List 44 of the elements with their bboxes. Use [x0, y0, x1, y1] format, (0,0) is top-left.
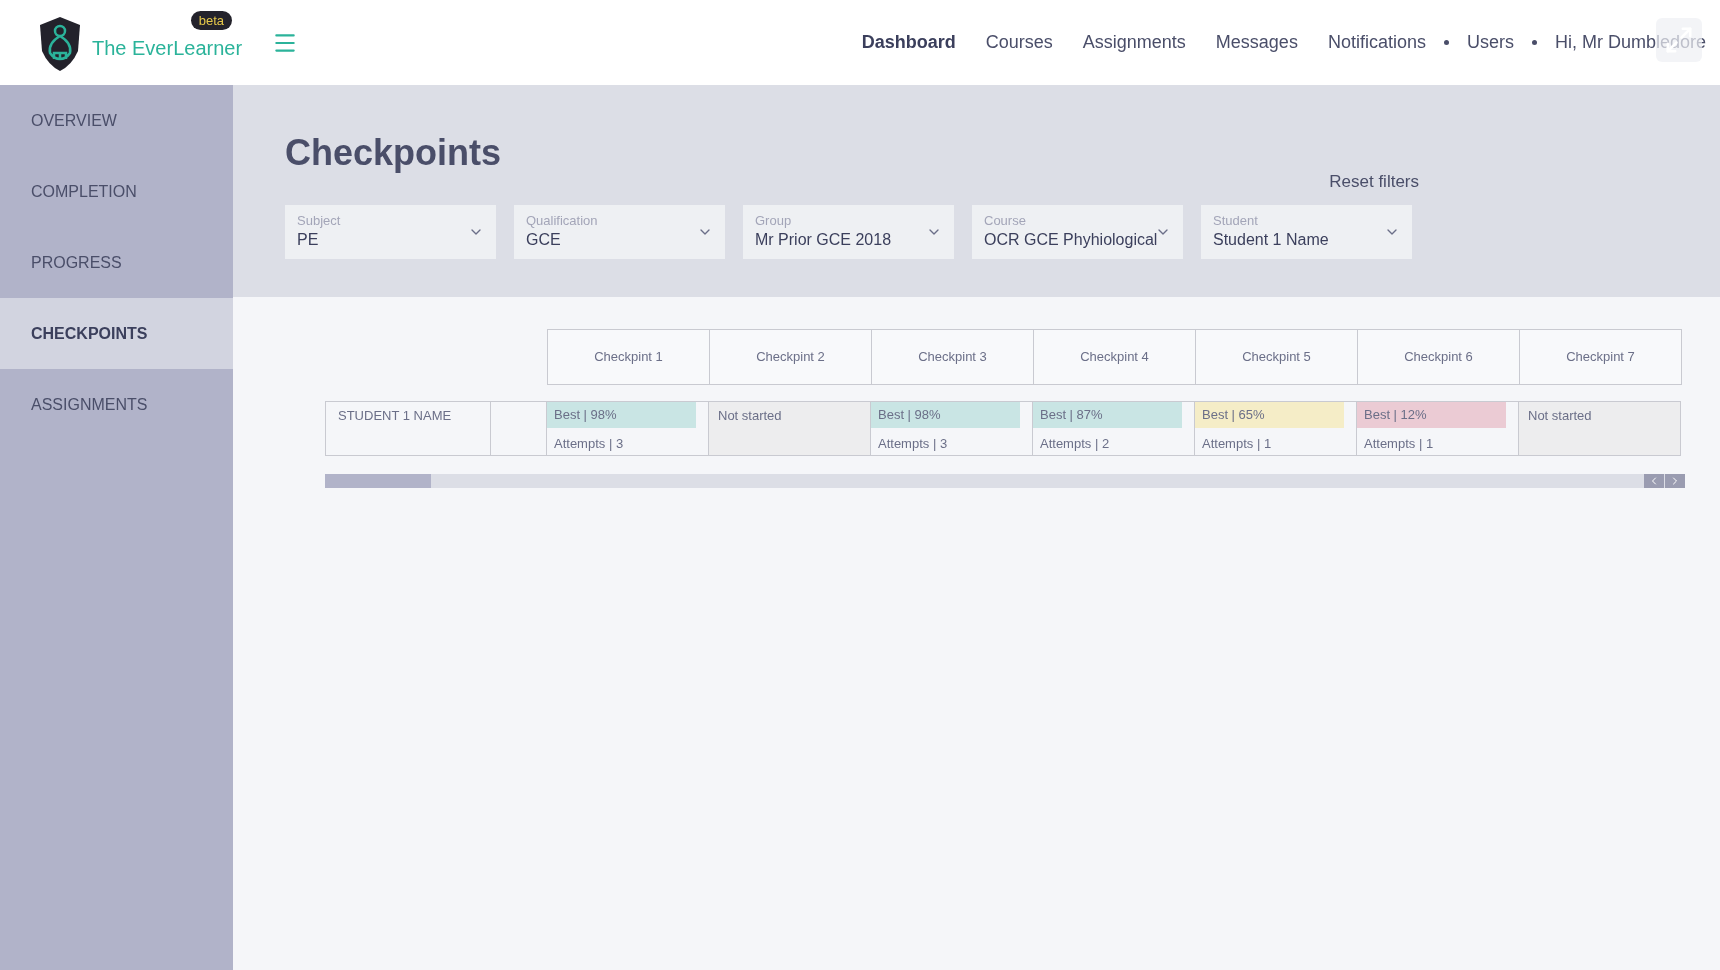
nav-link[interactable]: Users — [1466, 29, 1514, 56]
nav-link[interactable]: Assignments — [1082, 29, 1186, 56]
scrollbar-thumb[interactable] — [325, 474, 431, 488]
brand-name: The EverLearner — [92, 35, 243, 61]
sidebar-item[interactable]: OVERVIEW — [0, 85, 233, 156]
best-score: Best | 98% — [871, 402, 1020, 428]
best-score: Best | 12% — [1357, 402, 1506, 428]
nav-link[interactable]: Courses — [985, 29, 1053, 56]
sidebar-item[interactable]: COMPLETION — [0, 156, 233, 227]
best-score: Best | 65% — [1195, 402, 1344, 428]
column-header: Checkpint 3 — [871, 329, 1034, 385]
sidebar-item[interactable]: CHECKPOINTS — [0, 298, 233, 369]
column-header: Checkpint 5 — [1195, 329, 1358, 385]
best-score: Best | 87% — [1033, 402, 1182, 428]
attempts-count: Attempts | 1 — [1201, 435, 1273, 453]
attempts-count: Attempts | 3 — [877, 435, 949, 453]
nav-link[interactable]: Dashboard — [861, 29, 956, 56]
not-started-cell: Not started — [1518, 401, 1681, 456]
not-started-cell: Not started — [708, 401, 871, 456]
reset-filters-link[interactable]: Reset filters — [1329, 169, 1419, 195]
page-title: Checkpoints — [285, 135, 503, 171]
nav-link[interactable]: Hi, Mr Dumbledore — [1554, 29, 1706, 56]
filter-dropdown[interactable]: Student Student 1 Name — [1201, 204, 1412, 259]
filter-dropdown[interactable]: Group Mr Prior GCE 2018 — [743, 204, 954, 259]
sidebar-item[interactable]: ASSIGNMENTS — [0, 369, 233, 440]
best-score: Best | 98% — [547, 402, 696, 428]
student-name-cell: STUDENT 1 NAME — [325, 401, 491, 456]
scroll-right-button[interactable] — [1665, 474, 1685, 488]
sidebar-item[interactable]: PROGRESS — [0, 227, 233, 298]
filter-dropdown[interactable]: Qualification GCE — [514, 204, 725, 259]
column-header: Checkpint 1 — [547, 329, 710, 385]
column-header: Checkpint 2 — [709, 329, 872, 385]
attempts-count: Attempts | 2 — [1039, 435, 1111, 453]
nav-link[interactable]: Messages — [1215, 29, 1298, 56]
column-header: Checkpint 7 — [1519, 329, 1682, 385]
column-header: Checkpint 4 — [1033, 329, 1196, 385]
column-header: Checkpint 6 — [1357, 329, 1520, 385]
filter-dropdown[interactable]: Course OCR GCE Phyhiological — [972, 204, 1183, 259]
filter-dropdown[interactable]: Subject PE — [285, 204, 496, 259]
attempts-count: Attempts | 1 — [1363, 435, 1435, 453]
nav-link[interactable]: Notifications — [1327, 29, 1426, 56]
scroll-left-button[interactable] — [1644, 474, 1664, 488]
beta-badge: beta — [190, 10, 232, 30]
attempts-count: Attempts | 3 — [553, 435, 625, 453]
